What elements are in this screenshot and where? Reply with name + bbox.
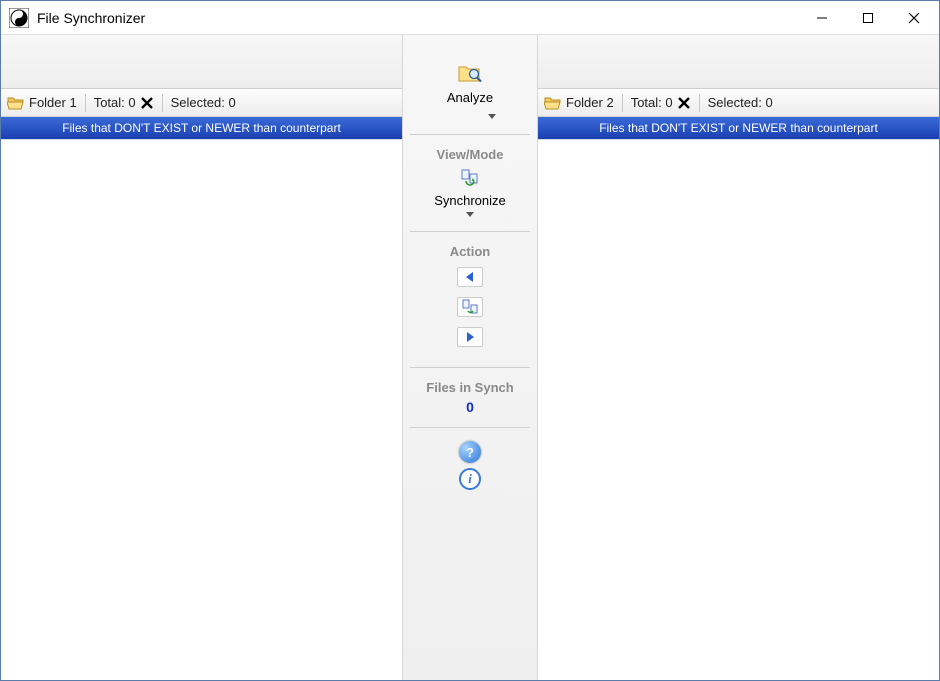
left-info-bar: Folder 1 Total: 0 Selected: 0 [1,89,402,117]
right-list-header: Files that DON'T EXIST or NEWER than cou… [538,117,939,139]
right-info-bar: Folder 2 Total: 0 Selected: 0 [538,89,939,117]
left-selected-label: Selected: 0 [171,95,236,110]
folder-open-icon [7,95,25,111]
magnifier-folder-icon [457,63,483,88]
sync-mode-icon [461,168,479,189]
right-clear-button[interactable] [677,96,691,110]
mode-selector[interactable]: Synchronize [403,166,537,219]
analyze-dropdown-arrow[interactable] [488,114,496,119]
window-title: File Synchronizer [37,10,799,26]
right-pane: Folder 2 Total: 0 Selected: 0 Files that… [538,35,939,680]
files-in-synch-count: 0 [403,399,537,415]
center-panel: Analyze View/Mode Synchronize Action [402,35,538,680]
maximize-button[interactable] [845,1,891,34]
folder-open-icon [544,95,562,111]
mode-value: Synchronize [434,193,506,208]
sync-both-button[interactable] [457,297,483,317]
chevron-down-icon [466,212,474,217]
left-total-label: Total: 0 [94,95,136,110]
right-folder-label: Folder 2 [566,95,614,110]
copy-left-button[interactable] [457,267,483,287]
minimize-button[interactable] [799,1,845,34]
left-folder-button[interactable]: Folder 1 [7,95,77,111]
left-folder-label: Folder 1 [29,95,77,110]
info-button[interactable]: i [459,468,481,490]
analyze-button[interactable]: Analyze [403,61,537,107]
left-pane: Folder 1 Total: 0 Selected: 0 Files that… [1,35,402,680]
files-in-synch-heading: Files in Synch [403,380,537,395]
view-mode-heading: View/Mode [403,147,537,162]
right-folder-button[interactable]: Folder 2 [544,95,614,111]
title-bar[interactable]: File Synchronizer [1,1,939,35]
right-file-list[interactable] [538,139,939,680]
right-total-label: Total: 0 [631,95,673,110]
close-button[interactable] [891,1,937,34]
left-path-area[interactable] [1,35,402,89]
left-list-header: Files that DON'T EXIST or NEWER than cou… [1,117,402,139]
help-button[interactable]: ? [459,441,481,463]
action-heading: Action [403,244,537,259]
right-path-area[interactable] [538,35,939,89]
analyze-label: Analyze [447,90,493,105]
left-clear-button[interactable] [140,96,154,110]
app-icon [9,8,29,28]
right-selected-label: Selected: 0 [708,95,773,110]
left-file-list[interactable] [1,139,402,680]
copy-right-button[interactable] [457,327,483,347]
